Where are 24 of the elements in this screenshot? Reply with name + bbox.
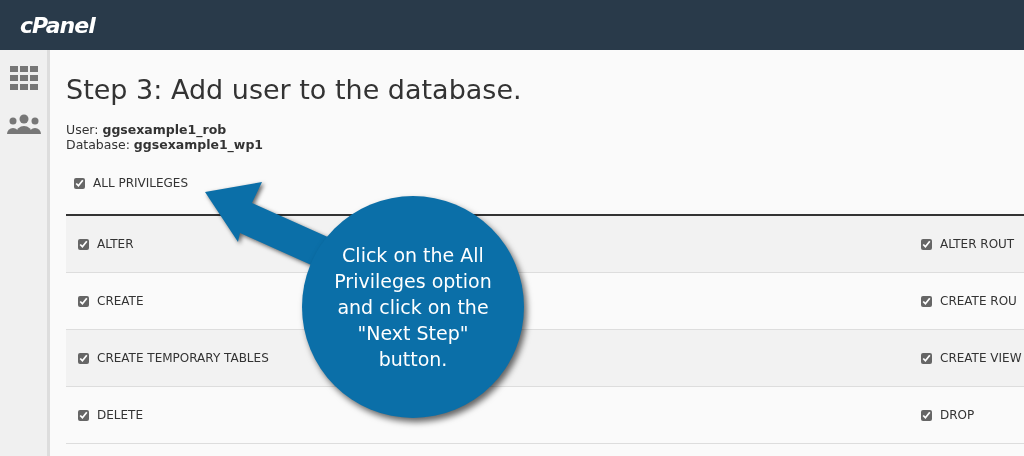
privilege-label: ALTER ROUT (940, 236, 1015, 254)
checkbox[interactable] (921, 409, 932, 421)
database-line: Database: ggsexample1_wp1 (66, 137, 265, 153)
checkbox[interactable] (921, 295, 932, 307)
user-line: User: ggsexample1_rob (66, 122, 228, 138)
checkbox[interactable] (78, 238, 89, 250)
privilege-label: ALTER (97, 236, 134, 254)
checkbox[interactable] (921, 352, 932, 364)
privilege-label: CREATE ROU (940, 293, 1017, 311)
users-icon[interactable] (6, 114, 41, 134)
checkbox[interactable] (78, 352, 89, 364)
grid-icon[interactable] (9, 66, 38, 90)
checkbox[interactable] (78, 295, 89, 307)
privilege-label: DROP (940, 407, 975, 425)
checkbox[interactable] (78, 409, 89, 421)
privilege-label: CREATE TEMPORARY TABLES (97, 350, 269, 368)
privilege-label: ALL PRIVILEGES (93, 175, 189, 193)
checkbox[interactable] (921, 238, 932, 250)
privilege-label: CREATE VIEW (940, 350, 1022, 368)
privilege-label: CREATE (97, 293, 144, 311)
checkbox[interactable] (74, 177, 85, 189)
page-title: Step 3: Add user to the database. (66, 74, 523, 107)
logo[interactable]: cPanel (20, 8, 95, 42)
privilege-label: DELETE (97, 407, 143, 425)
